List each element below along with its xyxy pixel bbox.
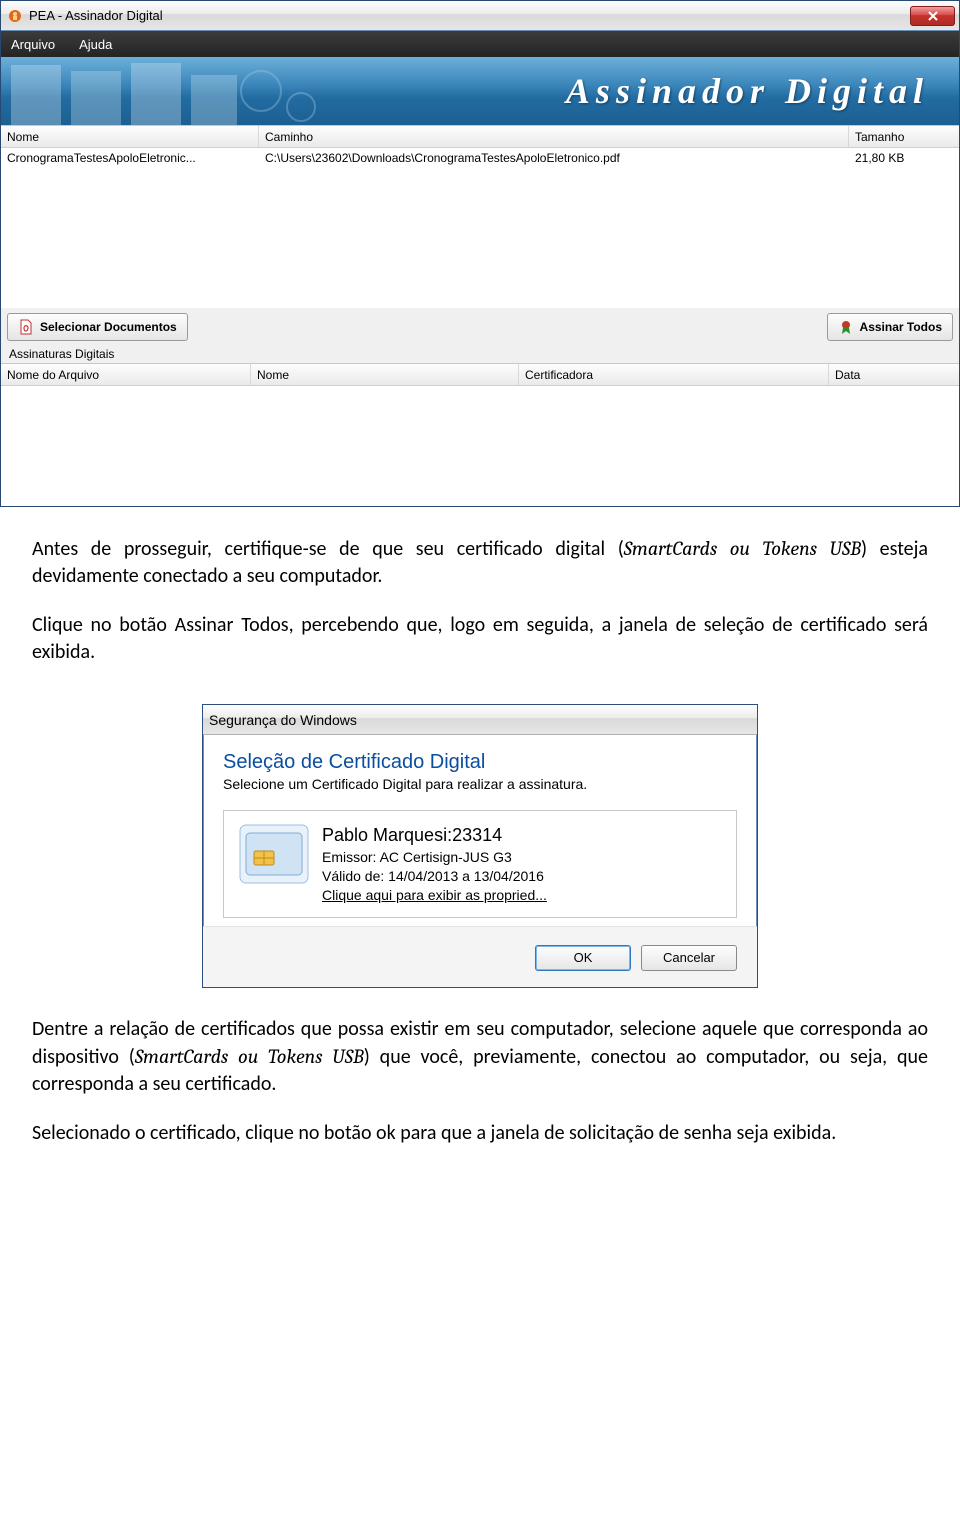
doc-text-block-2: Dentre a relação de certificados que pos…: [0, 998, 960, 1179]
app-icon: [7, 8, 23, 24]
dialog-titlebar: Segurança do Windows: [203, 705, 757, 735]
menubar: Arquivo Ajuda: [1, 31, 959, 57]
dialog-body: Seleção de Certificado Digital Selecione…: [203, 735, 757, 926]
file-list-header: Nome Caminho Tamanho: [1, 126, 959, 148]
certificate-name: Pablo Marquesi:23314: [322, 823, 547, 847]
sign-all-label: Assinar Todos: [860, 320, 942, 334]
sign-all-button[interactable]: Assinar Todos: [827, 313, 953, 341]
toolbar: Selecionar Documentos Assinar Todos: [1, 308, 959, 343]
paragraph-1: Antes de prosseguir, certifique-se de qu…: [32, 535, 928, 590]
menu-ajuda[interactable]: Ajuda: [79, 37, 112, 52]
window-title: PEA - Assinador Digital: [29, 8, 906, 23]
certificate-info: Pablo Marquesi:23314 Emissor: AC Certisi…: [322, 823, 547, 905]
cancel-button[interactable]: Cancelar: [641, 945, 737, 971]
paragraph-2: Clique no botão Assinar Todos, percebend…: [32, 612, 928, 666]
certificate-validity: Válido de: 14/04/2013 a 13/04/2016: [322, 867, 547, 886]
col-header-tamanho[interactable]: Tamanho: [849, 126, 959, 147]
close-button[interactable]: [910, 6, 955, 26]
menu-arquivo[interactable]: Arquivo: [11, 37, 55, 52]
certificate-card[interactable]: Pablo Marquesi:23314 Emissor: AC Certisi…: [223, 810, 737, 918]
paragraph-3: Dentre a relação de certificados que pos…: [32, 1016, 928, 1098]
ok-button[interactable]: OK: [535, 945, 631, 971]
banner-title: Assinador Digital: [566, 70, 929, 112]
emphasis: SmartCards ou Tokens USB: [624, 537, 861, 560]
file-path-cell: C:\Users\23602\Downloads\CronogramaTeste…: [259, 148, 849, 168]
signatures-body: [1, 386, 959, 506]
file-size-cell: 21,80 KB: [849, 148, 959, 168]
col-header-certificadora[interactable]: Certificadora: [519, 364, 829, 385]
emphasis: SmartCards ou Tokens USB: [135, 1045, 364, 1068]
paragraph-4: Selecionado o certificado, clique no bot…: [32, 1120, 928, 1147]
dialog-title: Segurança do Windows: [209, 712, 751, 728]
banner-decoration: [1, 57, 341, 125]
certificate-issuer: Emissor: AC Certisign-JUS G3: [322, 848, 547, 867]
dialog-wrap: Segurança do Windows Seleção de Certific…: [0, 698, 960, 998]
file-list-body: CronogramaTestesApoloEletronic... C:\Use…: [1, 148, 959, 308]
certificate-properties-link[interactable]: Clique aqui para exibir as propried...: [322, 886, 547, 905]
file-list: Nome Caminho Tamanho CronogramaTestesApo…: [1, 125, 959, 308]
pdf-icon: [18, 319, 34, 335]
close-icon: [927, 10, 939, 22]
col-header-data[interactable]: Data: [829, 364, 959, 385]
col-header-arquivo[interactable]: Nome do Arquivo: [1, 364, 251, 385]
rosette-icon: [838, 319, 854, 335]
select-documents-button[interactable]: Selecionar Documentos: [7, 313, 188, 341]
dialog-heading: Seleção de Certificado Digital: [223, 751, 737, 774]
signatures-header: Nome do Arquivo Nome Certificadora Data: [1, 364, 959, 386]
select-documents-label: Selecionar Documentos: [40, 320, 177, 334]
smartcard-icon: [238, 823, 310, 885]
table-row[interactable]: CronogramaTestesApoloEletronic... C:\Use…: [1, 148, 959, 168]
file-name-cell: CronogramaTestesApoloEletronic...: [1, 148, 259, 168]
window-titlebar: PEA - Assinador Digital: [1, 1, 959, 31]
windows-security-dialog: Segurança do Windows Seleção de Certific…: [202, 704, 758, 988]
doc-text-block-1: Antes de prosseguir, certifique-se de qu…: [0, 507, 960, 698]
signatures-list: Nome do Arquivo Nome Certificadora Data: [1, 363, 959, 506]
dialog-subtitle: Selecione um Certificado Digital para re…: [223, 776, 737, 792]
banner: Assinador Digital: [1, 57, 959, 125]
signatures-section-label: Assinaturas Digitais: [1, 343, 959, 363]
dialog-buttons: OK Cancelar: [203, 926, 757, 987]
col-header-nome[interactable]: Nome: [1, 126, 259, 147]
pea-window: PEA - Assinador Digital Arquivo Ajuda As…: [0, 0, 960, 507]
col-header-caminho[interactable]: Caminho: [259, 126, 849, 147]
col-header-sig-nome[interactable]: Nome: [251, 364, 519, 385]
